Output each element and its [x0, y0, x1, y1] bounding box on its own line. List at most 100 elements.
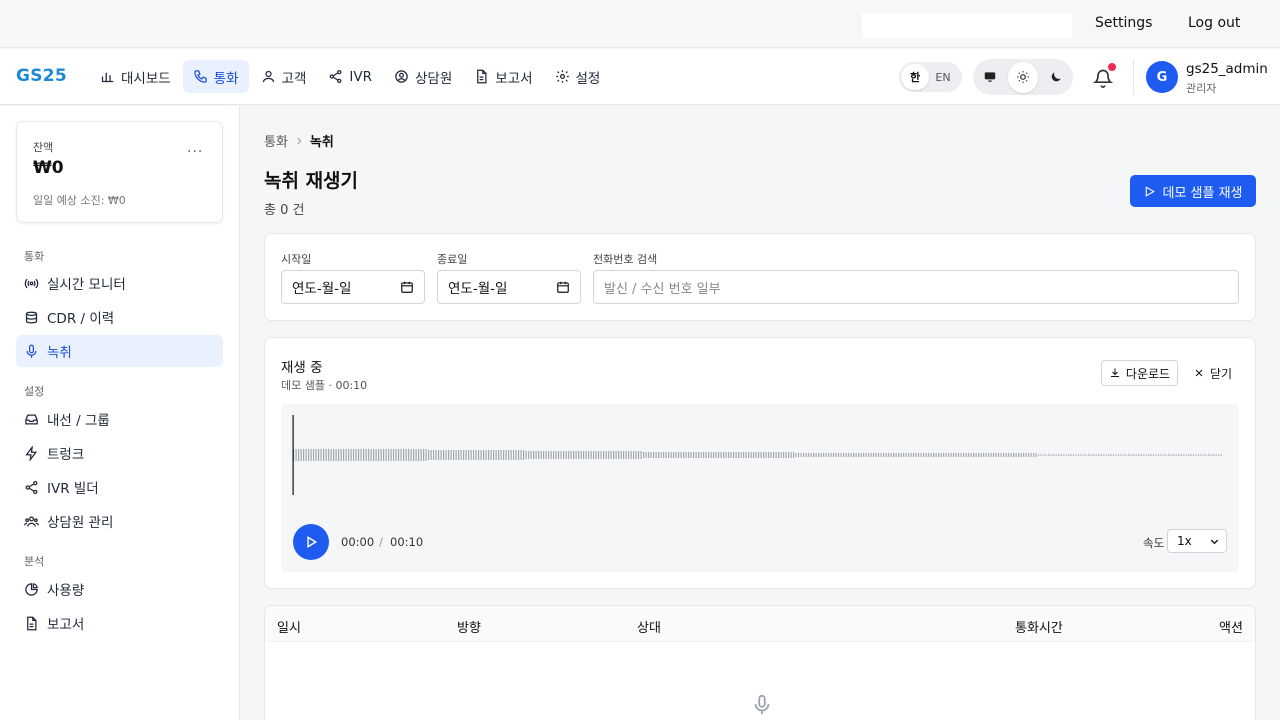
speed-value: 1x: [1177, 534, 1192, 548]
sidebar-item-recordings[interactable]: 녹취: [16, 335, 223, 367]
waveform-bar: [545, 451, 547, 459]
waveform-bar: [448, 450, 450, 460]
waveform-bar: [868, 453, 870, 457]
waveform-bar: [870, 453, 872, 457]
waveform-bar: [510, 450, 512, 460]
waveform-bar: [928, 453, 930, 457]
waveform-bar: [1088, 454, 1090, 456]
sidebar-item-ivr-builder[interactable]: IVR 빌더: [16, 471, 223, 503]
waveform-bar: [1195, 454, 1197, 456]
waveform-bar: [1013, 453, 1015, 457]
waveform-bar: [1220, 454, 1222, 456]
waveform-bar: [325, 449, 327, 461]
nav-item-customers[interactable]: 고객: [251, 60, 317, 93]
nav-item-settings[interactable]: 설정: [545, 60, 611, 93]
nav-item-ivr[interactable]: IVR: [318, 60, 382, 93]
sidebar-item-reports[interactable]: 보고서: [16, 607, 223, 639]
theme-light-option[interactable]: [1007, 61, 1039, 93]
breadcrumb-calls[interactable]: 통화: [264, 131, 288, 150]
sidebar-item-trunk[interactable]: 트렁크: [16, 437, 223, 469]
waveform-bar: [1215, 454, 1217, 456]
waveform-bar: [563, 451, 565, 459]
logout-link[interactable]: Log out: [1188, 15, 1240, 31]
waveform-bar: [428, 450, 430, 460]
waveform-bar: [295, 449, 297, 461]
notification-bell[interactable]: [1093, 63, 1116, 88]
waveform-bar: [738, 452, 740, 458]
waveform[interactable]: [281, 404, 1239, 514]
waveform-bar: [1108, 454, 1110, 456]
playhead-cursor[interactable]: [292, 415, 294, 495]
end-date-input[interactable]: 연도-월-일: [437, 270, 581, 304]
waveform-bar: [1158, 454, 1160, 456]
player-card: 재생 중 데모 샘플 · 00:10 다운로드 닫기 00:00 / 00:10…: [264, 337, 1256, 589]
waveform-bar: [860, 453, 862, 457]
sidebar-item-extensions[interactable]: 내선 / 그룹: [16, 403, 223, 435]
chevron-right-icon: [297, 137, 302, 144]
waveform-bar: [845, 453, 847, 457]
column-direction[interactable]: 방향: [457, 617, 481, 636]
start-date-value: 연도-월-일: [292, 281, 352, 297]
lang-en-option[interactable]: EN: [929, 64, 957, 90]
waveform-bar: [393, 449, 395, 461]
play-demo-button[interactable]: 데모 샘플 재생: [1130, 175, 1256, 207]
calendar-icon: [401, 281, 413, 293]
waveform-bar: [1165, 454, 1167, 456]
column-peer[interactable]: 상대: [637, 617, 661, 636]
waveform-bar: [1083, 454, 1085, 456]
waveform-bar: [958, 453, 960, 457]
nav-item-agents[interactable]: 상담원: [384, 60, 462, 93]
nav-item-reports[interactable]: 보고서: [464, 60, 542, 93]
waveform-bar: [600, 451, 602, 459]
waveform-bar: [905, 453, 907, 457]
theme-system-option[interactable]: [975, 62, 1006, 93]
user-name[interactable]: gs25_admin: [1186, 61, 1268, 77]
sidebar: 잔액 ₩0 ··· 일일 예상 소진: ₩0 통화 실시간 모니터 CDR / …: [0, 106, 240, 720]
column-duration[interactable]: 통화시간: [1015, 617, 1063, 636]
system-bar: Settings Log out: [0, 0, 1280, 48]
play-button[interactable]: [293, 524, 329, 560]
waveform-bar: [320, 449, 322, 461]
waveform-bar: [955, 453, 957, 457]
theme-dark-option[interactable]: [1040, 62, 1071, 93]
document-icon: [477, 69, 487, 84]
close-player-button[interactable]: 닫기: [1193, 360, 1232, 386]
avatar[interactable]: G: [1146, 61, 1178, 93]
more-options-icon[interactable]: ···: [187, 144, 203, 160]
logo[interactable]: GS25: [16, 66, 67, 86]
speed-select[interactable]: 1x: [1167, 529, 1227, 553]
system-search-field[interactable]: [862, 13, 1072, 38]
waveform-bar: [638, 451, 640, 459]
sidebar-item-live-monitor[interactable]: 실시간 모니터: [16, 267, 223, 299]
waveform-bar: [835, 453, 837, 457]
waveform-bar: [380, 449, 382, 461]
waveform-bar: [1060, 454, 1062, 456]
waveform-bar: [640, 451, 642, 459]
lang-ko-option[interactable]: 한: [901, 64, 929, 90]
calendar-icon: [557, 281, 569, 293]
waveform-bar: [475, 450, 477, 460]
waveform-bar: [830, 453, 832, 457]
waveform-bar: [998, 453, 1000, 457]
sidebar-item-agent-management[interactable]: 상담원 관리: [16, 505, 223, 537]
waveform-bar: [713, 452, 715, 458]
phone-search-input[interactable]: 발신 / 수신 번호 일부: [593, 270, 1239, 304]
waveform-bar: [530, 451, 532, 459]
settings-link[interactable]: Settings: [1095, 15, 1152, 31]
nav-item-dashboard[interactable]: 대시보드: [90, 60, 181, 93]
sidebar-item-usage[interactable]: 사용량: [16, 573, 223, 605]
waveform-bar: [1118, 454, 1120, 456]
start-date-input[interactable]: 연도-월-일: [281, 270, 425, 304]
nav-item-calls[interactable]: 통화: [182, 60, 249, 93]
download-button[interactable]: 다운로드: [1101, 360, 1178, 386]
microphone-icon: [26, 344, 37, 358]
waveform-bar: [598, 451, 600, 459]
waveform-bar: [720, 452, 722, 458]
waveform-bar: [735, 452, 737, 458]
column-datetime[interactable]: 일시: [277, 617, 301, 636]
waveform-bar: [1123, 454, 1125, 456]
sidebar-item-cdr[interactable]: CDR / 이력: [16, 301, 223, 333]
waveform-bar: [505, 450, 507, 460]
waveform-bar: [440, 450, 442, 460]
waveform-bar: [758, 452, 760, 458]
